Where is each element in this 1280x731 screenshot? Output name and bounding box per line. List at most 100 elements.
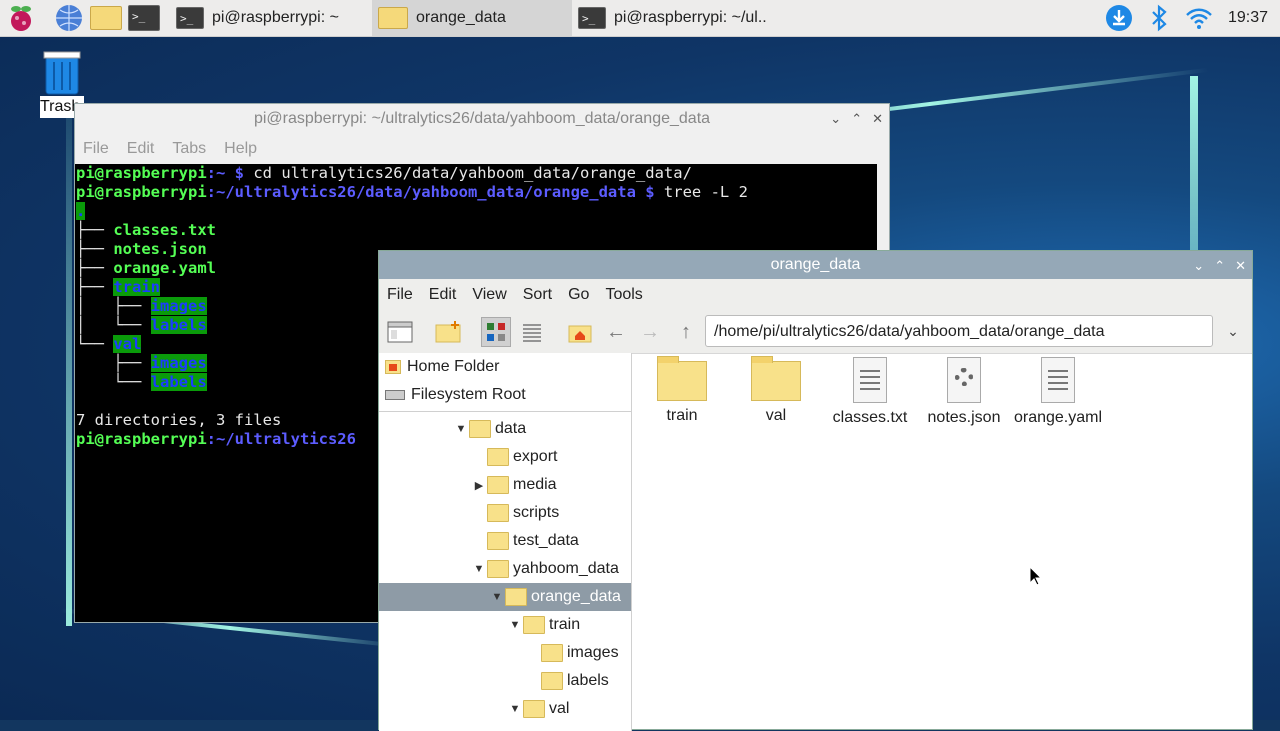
task-file-manager[interactable]: orange_data — [372, 0, 572, 36]
home-icon[interactable] — [565, 317, 595, 347]
file-item-orange-yaml[interactable]: orange.yaml — [1011, 357, 1105, 427]
wifi-icon[interactable] — [1184, 2, 1214, 34]
menu-sort[interactable]: Sort — [515, 286, 560, 304]
tree-item-media[interactable]: ▶ media — [471, 471, 629, 499]
menu-edit[interactable]: Edit — [127, 140, 155, 158]
bluetooth-icon[interactable] — [1148, 2, 1170, 34]
mouse-cursor-icon — [1029, 565, 1043, 591]
file-manager-window[interactable]: orange_data ⌄ ⌃ ✕ File Edit View Sort Go… — [378, 250, 1253, 731]
close-icon[interactable]: ✕ — [872, 104, 883, 134]
folder-icon — [541, 644, 563, 662]
tree-summary: 7 directories, 3 files — [76, 411, 282, 429]
folder-icon — [487, 560, 509, 578]
tree-dir: train — [113, 278, 160, 296]
chevron-down-icon[interactable]: ⌄ — [1221, 319, 1245, 343]
task-terminal-orange[interactable]: >_ pi@raspberrypi: ~/ul.. — [572, 0, 772, 36]
place-filesystem-root[interactable]: Filesystem Root — [379, 381, 631, 409]
file-item-val[interactable]: val — [729, 356, 823, 425]
chevron-down-icon[interactable]: ▼ — [507, 703, 523, 715]
trash-icon[interactable] — [40, 46, 84, 96]
tree-item-export[interactable]: export — [471, 443, 629, 471]
forward-icon[interactable]: → — [635, 317, 665, 347]
menu-go[interactable]: Go — [560, 286, 597, 304]
menu-view[interactable]: View — [464, 286, 514, 304]
menu-file[interactable]: File — [83, 140, 109, 158]
tree-label: train — [549, 616, 581, 633]
file-item-notes-json[interactable]: notes.json — [917, 357, 1011, 427]
terminal-title: pi@raspberrypi: ~/ultralytics26/data/yah… — [253, 110, 711, 127]
new-folder-icon[interactable] — [433, 317, 463, 347]
tree-item-val[interactable]: ▼ val — [507, 695, 629, 723]
place-label: Home Folder — [407, 358, 500, 375]
side-pane: Home Folder Filesystem Root ▼ data export… — [379, 353, 632, 731]
file-item-train[interactable]: train — [635, 356, 729, 425]
menu-tools[interactable]: Tools — [597, 286, 650, 304]
file-manager-toolbar: ← → ↑ /home/pi/ultralytics26/data/yahboo… — [379, 311, 1252, 354]
file-item-classes-txt[interactable]: classes.txt — [823, 357, 917, 427]
chevron-down-icon[interactable]: ▼ — [471, 563, 487, 575]
prompt-path: :~ $ — [206, 164, 254, 182]
file-manager-titlebar[interactable]: orange_data ⌄ ⌃ ✕ — [379, 251, 1252, 279]
terminal-launcher-icon[interactable]: >_ — [128, 2, 168, 34]
menu-edit[interactable]: Edit — [421, 286, 465, 304]
file-label: train — [666, 407, 698, 424]
tree-item-images[interactable]: images — [525, 639, 629, 667]
raspberry-menu-icon[interactable] — [6, 2, 36, 34]
menu-help[interactable]: Help — [224, 140, 257, 158]
close-icon[interactable]: ✕ — [1235, 252, 1246, 280]
icon-view-icon[interactable] — [481, 317, 511, 347]
prompt-user: pi@raspberrypi — [76, 164, 207, 182]
tree-item-yahboom-data[interactable]: ▼ yahboom_data — [471, 555, 629, 583]
tree-label: scripts — [513, 504, 560, 521]
chevron-down-icon[interactable]: ▼ — [453, 423, 469, 435]
file-label: notes.json — [927, 409, 1001, 426]
tree-item-train[interactable]: ▼ train — [507, 611, 629, 639]
address-bar[interactable]: /home/pi/ultralytics26/data/yahboom_data… — [705, 315, 1213, 347]
tree-item-scripts[interactable]: scripts — [471, 499, 629, 527]
download-icon[interactable] — [1104, 2, 1134, 34]
tree-item-test-data[interactable]: test_data — [471, 527, 629, 555]
tree-label: data — [495, 420, 527, 437]
tree-file: orange.yaml — [113, 259, 216, 277]
list-view-icon[interactable] — [517, 317, 547, 347]
folder-icon — [541, 672, 563, 690]
task-label: orange_data — [416, 9, 506, 26]
chevron-right-icon[interactable]: ▶ — [471, 479, 487, 492]
folder-icon — [469, 420, 491, 438]
file-label: orange.yaml — [1013, 409, 1103, 426]
menu-file[interactable]: File — [379, 286, 421, 304]
prompt-user: pi@raspberrypi — [76, 183, 207, 201]
place-home-folder[interactable]: Home Folder — [379, 353, 631, 381]
chevron-down-icon[interactable]: ▼ — [507, 619, 523, 631]
places-list: Home Folder Filesystem Root — [379, 353, 631, 412]
back-icon[interactable]: ← — [601, 317, 631, 347]
drive-icon — [385, 390, 405, 400]
tree-label: val — [549, 700, 570, 717]
new-window-icon[interactable] — [385, 317, 415, 347]
minimize-icon[interactable]: ⌄ — [830, 104, 841, 134]
task-terminal-home[interactable]: >_ pi@raspberrypi: ~ — [170, 0, 370, 36]
taskbar: >_ >_ pi@raspberrypi: ~ orange_data >_ p… — [0, 0, 1280, 37]
maximize-icon[interactable]: ⌃ — [1214, 252, 1225, 280]
tree-label: export — [513, 448, 558, 465]
minimize-icon[interactable]: ⌄ — [1193, 252, 1204, 280]
tree-dir: val — [113, 335, 142, 353]
maximize-icon[interactable]: ⌃ — [851, 104, 862, 134]
terminal-menubar: File Edit Tabs Help — [75, 134, 889, 164]
file-manager-menubar: File Edit View Sort Go Tools — [379, 279, 1252, 311]
web-browser-icon[interactable] — [54, 2, 84, 34]
terminal-titlebar[interactable]: pi@raspberrypi: ~/ultralytics26/data/yah… — [75, 104, 889, 134]
up-icon[interactable]: ↑ — [671, 317, 701, 347]
clock[interactable]: 19:37 — [1228, 0, 1268, 36]
file-manager-icon[interactable] — [90, 2, 130, 34]
tree-dir: images — [150, 354, 207, 372]
folder-icon — [657, 356, 707, 401]
tree-item-labels[interactable]: labels — [525, 667, 629, 695]
prompt-path: :~/ultralytics26 — [206, 430, 356, 448]
tree-item-orange-data[interactable]: ▼ orange_data — [379, 583, 631, 611]
menu-tabs[interactable]: Tabs — [172, 140, 206, 158]
tree-item-data[interactable]: ▼ data — [453, 415, 629, 443]
chevron-down-icon[interactable]: ▼ — [489, 591, 505, 603]
terminal-icon: >_ — [578, 7, 606, 29]
text-file-icon — [1041, 357, 1075, 403]
